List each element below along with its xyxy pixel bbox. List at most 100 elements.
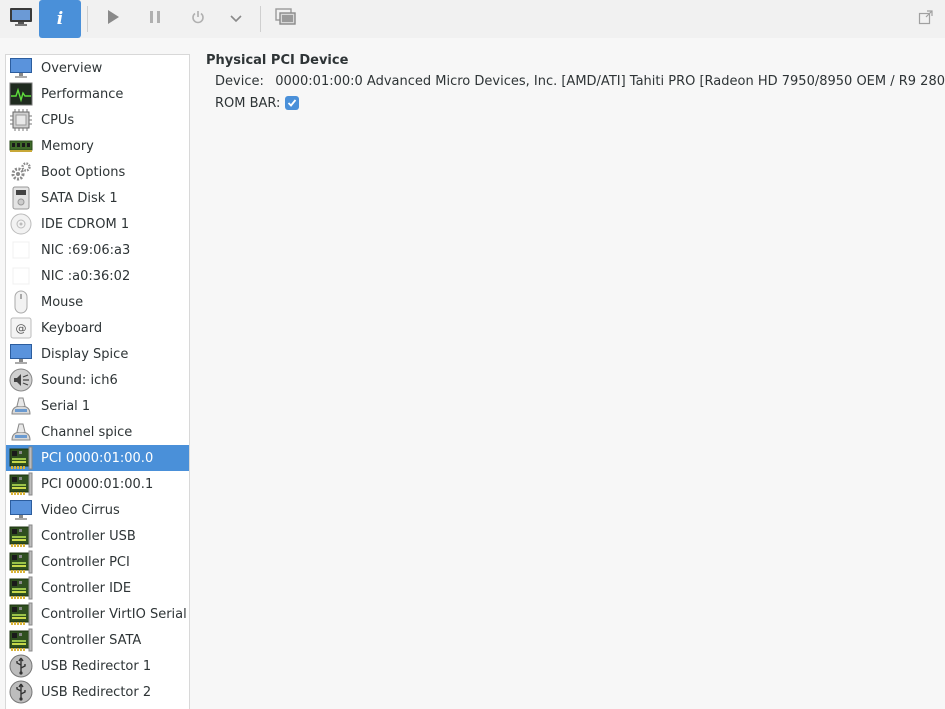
svg-text:@: @: [16, 322, 27, 335]
disk-icon: [9, 186, 33, 210]
pci-card-icon: [9, 472, 33, 496]
snapshots-button[interactable]: [265, 0, 307, 38]
sidebar-item-controller-ide[interactable]: Controller IDE: [6, 575, 189, 601]
sidebar-item-usb-redirector-1[interactable]: USB Redirector 1: [6, 653, 189, 679]
sidebar-item-label: SATA Disk 1: [41, 190, 118, 206]
shutdown-button[interactable]: [177, 0, 219, 38]
cpu-icon: [9, 108, 33, 132]
sidebar-item-controller-pci[interactable]: Controller PCI: [6, 549, 189, 575]
pci-card-icon: [9, 602, 33, 626]
nic-icon: [9, 238, 33, 262]
serial-icon: [9, 394, 33, 418]
pause-icon: [149, 10, 161, 28]
sidebar-item-label: Display Spice: [41, 346, 129, 362]
monitor-icon: [9, 342, 33, 366]
power-icon: [191, 10, 205, 28]
sidebar-item-usb-redirector-2[interactable]: USB Redirector 2: [6, 679, 189, 705]
sidebar-item-label: PCI 0000:01:00.1: [41, 476, 154, 492]
memory-icon: [9, 134, 33, 158]
sound-icon: [9, 368, 33, 392]
cdrom-icon: [9, 212, 33, 236]
sidebar-item-pci-0000-01-00-1[interactable]: PCI 0000:01:00.1: [6, 471, 189, 497]
sidebar-item-overview[interactable]: Overview: [6, 55, 189, 81]
sidebar-item-label: Overview: [41, 60, 103, 76]
run-button[interactable]: [92, 0, 134, 38]
sidebar-item-nic-a0-36-02[interactable]: NIC :a0:36:02: [6, 263, 189, 289]
sidebar-item-label: NIC :a0:36:02: [41, 268, 131, 284]
chevron-down-icon: [230, 12, 242, 27]
checkmark-icon: [288, 99, 297, 107]
sidebar-item-label: Mouse: [41, 294, 84, 310]
sidebar-item-sata-disk-1[interactable]: SATA Disk 1: [6, 185, 189, 211]
play-icon: [106, 9, 120, 29]
fullscreen-button[interactable]: [905, 0, 945, 38]
sidebar-item-cpus[interactable]: CPUs: [6, 107, 189, 133]
mouse-icon: [9, 290, 33, 314]
monitor-icon: [9, 7, 33, 31]
monitor-icon: [9, 56, 33, 80]
sidebar-item-label: Controller PCI: [41, 554, 130, 570]
pci-card-icon: [9, 446, 33, 470]
rom-bar-row: ROM BAR:: [215, 92, 945, 114]
pci-card-icon: [9, 576, 33, 600]
sidebar-item-ide-cdrom-1[interactable]: IDE CDROM 1: [6, 211, 189, 237]
rom-bar-label: ROM BAR:: [215, 95, 281, 111]
sidebar-item-controller-sata[interactable]: Controller SATA: [6, 627, 189, 653]
serial-icon: [9, 420, 33, 444]
sidebar-item-label: Memory: [41, 138, 94, 154]
sidebar-item-controller-usb[interactable]: Controller USB: [6, 523, 189, 549]
shutdown-menu-button[interactable]: [215, 0, 257, 38]
sidebar-item-label: PCI 0000:01:00.0: [41, 450, 154, 466]
sidebar-item-video-cirrus[interactable]: Video Cirrus: [6, 497, 189, 523]
pci-card-icon: [9, 524, 33, 548]
device-value: 0000:01:00:0 Advanced Micro Devices, Inc…: [275, 73, 945, 89]
snapshot-icon: [275, 8, 297, 30]
sidebar-item-label: Video Cirrus: [41, 502, 120, 518]
pause-button[interactable]: [134, 0, 176, 38]
sidebar-item-label: Sound: ich6: [41, 372, 118, 388]
sidebar-item-label: Keyboard: [41, 320, 103, 336]
sidebar-item-label: Performance: [41, 86, 124, 102]
info-icon: i: [56, 9, 64, 29]
sidebar-item-pci-0000-01-00-0[interactable]: PCI 0000:01:00.0: [6, 445, 189, 471]
sidebar-item-channel-spice[interactable]: Channel spice: [6, 419, 189, 445]
monitor-icon: [9, 498, 33, 522]
hardware-list: Overview Performance CPUs Memory Boot Option…: [5, 54, 190, 709]
sidebar-item-label: IDE CDROM 1: [41, 216, 130, 232]
pci-card-icon: [9, 628, 33, 652]
fullscreen-icon: [918, 9, 934, 29]
usb-icon: [9, 654, 33, 678]
console-button[interactable]: [0, 0, 42, 38]
keyboard-icon: @: [9, 316, 33, 340]
sidebar-item-memory[interactable]: Memory: [6, 133, 189, 159]
sidebar-item-label: Controller VirtIO Serial: [41, 606, 187, 622]
sidebar-item-boot-options[interactable]: Boot Options: [6, 159, 189, 185]
gears-icon: [9, 160, 33, 184]
sidebar-item-label: Controller SATA: [41, 632, 142, 648]
page-title: Physical PCI Device: [206, 53, 349, 68]
nic-icon: [9, 264, 33, 288]
sidebar-item-label: CPUs: [41, 112, 75, 128]
details-panel: Physical PCI Device Device: 0000:01:00:0…: [206, 52, 945, 114]
sidebar-item-serial-1[interactable]: Serial 1: [6, 393, 189, 419]
device-label: Device:: [215, 73, 264, 89]
sidebar-item-controller-virtio-serial[interactable]: Controller VirtIO Serial: [6, 601, 189, 627]
pci-card-icon: [9, 550, 33, 574]
sidebar-item-label: Channel spice: [41, 424, 133, 440]
sidebar-item-label: NIC :69:06:a3: [41, 242, 131, 258]
details-button[interactable]: i: [39, 0, 81, 38]
rom-bar-checkbox[interactable]: [285, 96, 300, 110]
performance-icon: [9, 82, 33, 106]
sidebar-item-nic-69-06-a3[interactable]: NIC :69:06:a3: [6, 237, 189, 263]
sidebar-item-mouse[interactable]: Mouse: [6, 289, 189, 315]
sidebar-item-display-spice[interactable]: Display Spice: [6, 341, 189, 367]
sidebar-item-label: Serial 1: [41, 398, 91, 414]
sidebar-item-label: Controller USB: [41, 528, 136, 544]
device-row: Device: 0000:01:00:0 Advanced Micro Devi…: [215, 70, 945, 92]
sidebar-item-performance[interactable]: Performance: [6, 81, 189, 107]
sidebar-item-label: USB Redirector 1: [41, 658, 152, 674]
sidebar-item-label: Controller IDE: [41, 580, 132, 596]
sidebar-item-sound-ich6[interactable]: Sound: ich6: [6, 367, 189, 393]
sidebar-item-keyboard[interactable]: @ Keyboard: [6, 315, 189, 341]
sidebar-item-label: Boot Options: [41, 164, 126, 180]
